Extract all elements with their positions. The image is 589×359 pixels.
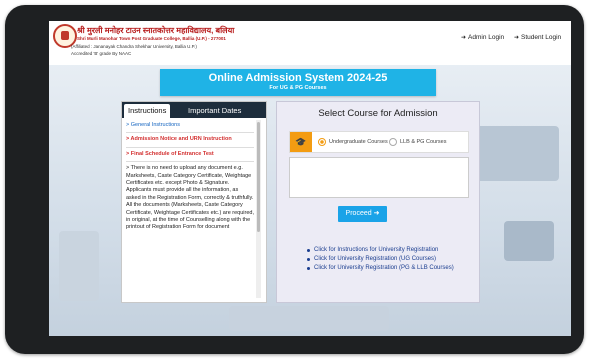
radio-undergraduate[interactable]: Undergraduate Courses bbox=[318, 138, 388, 146]
course-selection-title: Select Course for Admission bbox=[318, 108, 438, 119]
document-instruction-text: > There is no need to upload any documen… bbox=[126, 165, 254, 231]
registration-links: Click for Instructions for University Re… bbox=[307, 246, 454, 273]
page-subtitle: For UG & PG Courses bbox=[269, 85, 327, 91]
student-login-link[interactable]: ➜ Student Login bbox=[514, 34, 561, 41]
tab-important-dates[interactable]: Important Dates bbox=[184, 104, 245, 118]
radio-dot-selected bbox=[318, 138, 326, 146]
tablet-frame: श्री मुरली मनोहर टाउन स्नातकोत्तर महाविद… bbox=[5, 5, 584, 354]
course-details-box[interactable] bbox=[289, 157, 469, 198]
arrow-right-icon: ➜ bbox=[373, 210, 380, 217]
scrollbar[interactable] bbox=[256, 120, 261, 298]
link-university-instructions[interactable]: Click for Instructions for University Re… bbox=[307, 246, 454, 255]
general-instructions-link[interactable]: > General Instructions bbox=[126, 122, 254, 129]
instructions-panel: Instructions Important Dates > General I… bbox=[121, 101, 267, 303]
admin-login-link[interactable]: ➜ Admin Login bbox=[461, 34, 504, 41]
keyboard-image bbox=[229, 306, 389, 331]
college-name-english: Shri Murli Manohar Town Post Graduate Co… bbox=[77, 36, 226, 41]
radio-label: Undergraduate Courses bbox=[329, 139, 388, 145]
proceed-label: Proceed bbox=[345, 210, 372, 217]
college-accreditation: Accredited 'B' grade By NAAC bbox=[71, 51, 132, 56]
tab-instructions[interactable]: Instructions bbox=[124, 104, 171, 118]
screen: श्री मुरली मनोहर टाउन स्नातकोत्तर महाविद… bbox=[49, 21, 571, 336]
papers-image bbox=[59, 231, 99, 301]
login-icon: ➜ bbox=[514, 35, 520, 41]
admin-login-label: Admin Login bbox=[468, 34, 505, 41]
tablet-image bbox=[504, 221, 554, 261]
radio-llb-pg[interactable]: LLB & PG Courses bbox=[389, 138, 446, 146]
divider bbox=[126, 146, 254, 148]
admission-notice-link[interactable]: > Admission Notice and URN Instruction bbox=[126, 136, 254, 143]
divider bbox=[126, 132, 254, 134]
proceed-button[interactable]: Proceed ➜ bbox=[338, 206, 387, 222]
link-pg-registration[interactable]: Click for University Registration (PG & … bbox=[307, 264, 454, 273]
bullet-icon bbox=[307, 267, 310, 270]
college-name-hindi: श्री मुरली मनोहर टाउन स्नातकोत्तर महाविद… bbox=[77, 26, 235, 35]
college-affiliation: (Affiliated : Jananayak Chandra Shekhar … bbox=[71, 44, 197, 49]
link-label: Click for University Registration (UG Co… bbox=[314, 256, 437, 262]
header: श्री मुरली मनोहर टाउन स्नातकोत्तर महाविद… bbox=[49, 21, 571, 65]
page-title-banner: Online Admission System 2024-25 For UG &… bbox=[160, 69, 436, 96]
entrance-schedule-link[interactable]: > Final Schedule of Entrance Test bbox=[126, 151, 254, 158]
radio-label: LLB & PG Courses bbox=[400, 139, 447, 145]
divider bbox=[126, 161, 254, 163]
student-login-label: Student Login bbox=[521, 34, 562, 41]
scrollbar-thumb[interactable] bbox=[257, 122, 260, 232]
tab-bar: Instructions Important Dates bbox=[122, 102, 266, 118]
login-icon: ➜ bbox=[461, 35, 467, 41]
radio-dot bbox=[389, 138, 397, 146]
instructions-content: > General Instructions > Admission Notic… bbox=[126, 122, 254, 298]
link-label: Click for Instructions for University Re… bbox=[314, 247, 439, 253]
course-type-selector: 🎓 Undergraduate Courses LLB & PG Courses bbox=[289, 131, 469, 153]
laptop-image bbox=[469, 126, 559, 181]
graduation-cap-icon: 🎓 bbox=[290, 132, 312, 152]
link-ug-registration[interactable]: Click for University Registration (UG Co… bbox=[307, 255, 454, 264]
bullet-icon bbox=[307, 249, 310, 252]
bullet-icon bbox=[307, 258, 310, 261]
page-title: Online Admission System 2024-25 bbox=[208, 72, 388, 84]
course-selection-panel: Select Course for Admission 🎓 Undergradu… bbox=[276, 101, 480, 303]
link-label: Click for University Registration (PG & … bbox=[314, 265, 454, 271]
